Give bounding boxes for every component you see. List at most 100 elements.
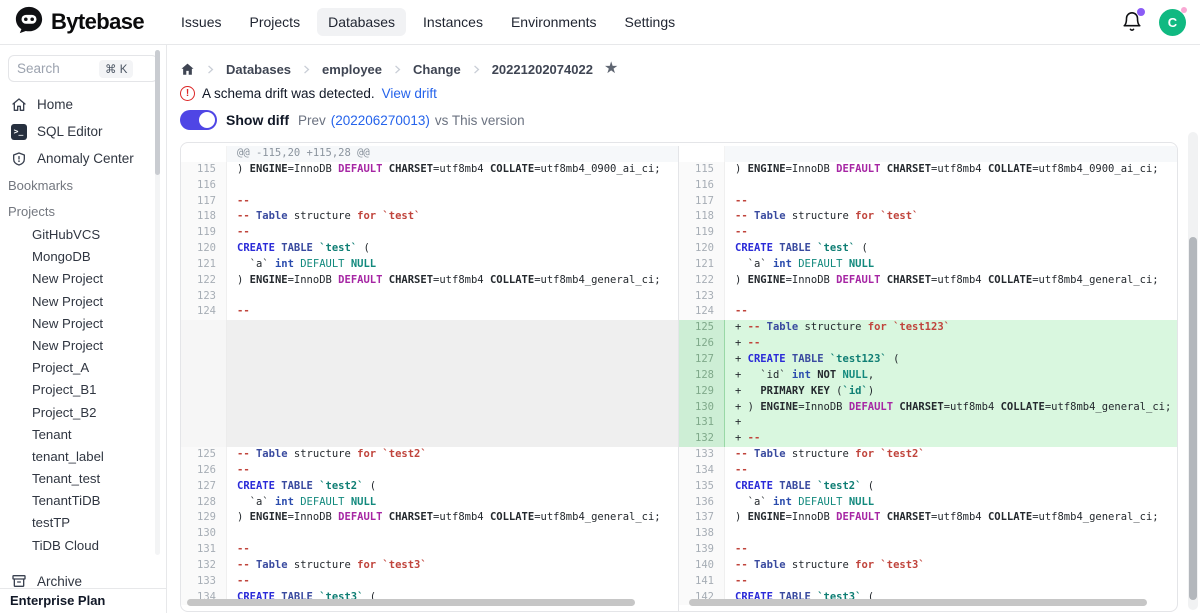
diff-row: 118-- Table structure for `test`	[679, 209, 1177, 225]
search-box[interactable]: ⌘ K	[8, 55, 158, 82]
diff-row: 115) ENGINE=InnoDB DEFAULT CHARSET=utf8m…	[679, 162, 1177, 178]
sidebar-scrollbar-thumb[interactable]	[155, 50, 160, 175]
diff-line-number: 128	[679, 368, 725, 384]
sidebar-section-bookmarks[interactable]: Bookmarks	[8, 174, 158, 198]
nav-item-databases[interactable]: Databases	[317, 8, 406, 36]
diff-code-line	[725, 526, 1177, 542]
diff-row: 136 `a` int DEFAULT NULL	[679, 495, 1177, 511]
diff-line-number: 121	[679, 257, 725, 273]
diff-code-line: --	[227, 574, 678, 590]
nav-item-instances[interactable]: Instances	[412, 8, 494, 36]
project-item[interactable]: Tenant_test	[32, 468, 158, 490]
diff-line-number: 126	[181, 463, 227, 479]
project-item[interactable]: MongoDB	[32, 246, 158, 268]
diff-code-line: -- Table structure for `test2`	[227, 447, 678, 463]
project-item[interactable]: New Project	[32, 268, 158, 290]
breadcrumb-separator	[300, 63, 313, 76]
show-diff-toggle[interactable]	[180, 110, 217, 130]
diff-code-line: + PRIMARY KEY (`id`)	[725, 384, 1177, 400]
avatar-status-dot	[1181, 7, 1187, 13]
diff-line-number	[181, 146, 227, 162]
diff-code-line: `a` int DEFAULT NULL	[725, 257, 1177, 273]
project-item[interactable]: TiDB Cloud	[32, 535, 158, 557]
home-icon	[10, 96, 27, 113]
breadcrumb-version[interactable]: 20221202074022	[492, 62, 593, 77]
project-item[interactable]: New Project	[32, 335, 158, 357]
diff-line-number: 132	[181, 558, 227, 574]
project-item[interactable]: testTP	[32, 512, 158, 534]
project-item[interactable]: TenantTiDB	[32, 490, 158, 512]
diff-code-line: ) ENGINE=InnoDB DEFAULT CHARSET=utf8mb4 …	[227, 510, 678, 526]
diff-line-number: 125	[181, 447, 227, 463]
diff-code-line	[227, 368, 678, 384]
diff-line-number: 122	[181, 273, 227, 289]
diff-code-line	[227, 320, 678, 336]
star-icon[interactable]: ★	[604, 61, 618, 77]
breadcrumb-home-icon[interactable]	[180, 62, 195, 77]
bytebase-logo[interactable]: Bytebase	[14, 5, 144, 40]
project-item[interactable]: tenant_label	[32, 446, 158, 468]
diff-row	[181, 320, 678, 336]
project-item[interactable]: Project_A	[32, 357, 158, 379]
diff-line-number	[181, 336, 227, 352]
breadcrumb-employee[interactable]: employee	[322, 62, 382, 77]
nav-item-environments[interactable]: Environments	[500, 8, 608, 36]
sidebar-item-anomaly-center[interactable]: Anomaly Center	[8, 145, 158, 172]
diff-line-number: 135	[679, 479, 725, 495]
prev-version-link[interactable]: (202206270013)	[331, 113, 430, 128]
sidebar-item-label: Archive	[37, 574, 82, 589]
diff-row: 122) ENGINE=InnoDB DEFAULT CHARSET=utf8m…	[181, 273, 678, 289]
diff-row: 128+ `id` int NOT NULL,	[679, 368, 1177, 384]
diff-code-line	[725, 178, 1177, 194]
diff-row: 125-- Table structure for `test2`	[181, 447, 678, 463]
diff-added-sign: +	[735, 416, 748, 428]
sidebar-section-projects[interactable]: Projects	[8, 200, 158, 224]
nav-item-projects[interactable]: Projects	[239, 8, 312, 36]
project-item[interactable]: Tenant	[32, 424, 158, 446]
diff-code-line: `a` int DEFAULT NULL	[725, 495, 1177, 511]
nav-item-settings[interactable]: Settings	[614, 8, 687, 36]
nav-item-issues[interactable]: Issues	[170, 8, 232, 36]
diff-code-line: --	[227, 194, 678, 210]
diff-row: 129) ENGINE=InnoDB DEFAULT CHARSET=utf8m…	[181, 510, 678, 526]
notifications-button[interactable]	[1121, 11, 1143, 33]
diff-line-number: 119	[181, 225, 227, 241]
project-item[interactable]: New Project	[32, 291, 158, 313]
diff-row: 116	[679, 178, 1177, 194]
project-item[interactable]: Project_B2	[32, 402, 158, 424]
diff-code-line: CREATE TABLE `test` (	[227, 241, 678, 257]
diff-code-line: + --	[725, 336, 1177, 352]
project-item[interactable]: GitHubVCS	[32, 224, 158, 246]
diff-added-sign: +	[735, 337, 748, 349]
diff-row: 139--	[679, 542, 1177, 558]
sidebar-scrollbar[interactable]	[155, 50, 160, 555]
breadcrumb-databases[interactable]: Databases	[226, 62, 291, 77]
diff-right-horizontal-scrollbar[interactable]	[689, 599, 1147, 606]
page-vertical-scrollbar[interactable]	[1188, 132, 1198, 610]
diff-row: 127CREATE TABLE `test2` (	[181, 479, 678, 495]
project-item[interactable]: New Project	[32, 313, 158, 335]
diff-left-horizontal-scrollbar[interactable]	[187, 599, 635, 606]
show-diff-label: Show diff	[226, 112, 289, 128]
sidebar-item-home[interactable]: Home	[8, 91, 158, 118]
diff-code-line	[227, 384, 678, 400]
drift-message: A schema drift was detected.	[202, 86, 375, 101]
diff-code-line: -- Table structure for `test`	[725, 209, 1177, 225]
terminal-icon: >_	[10, 123, 27, 140]
diff-line-number: 139	[679, 542, 725, 558]
sidebar-item-sql-editor[interactable]: >_ SQL Editor	[8, 118, 158, 145]
diff-line-number: 131	[679, 415, 725, 431]
diff-line-number: 130	[181, 526, 227, 542]
diff-line-number: 118	[181, 209, 227, 225]
diff-line-number: 127	[679, 352, 725, 368]
diff-code-line: + CREATE TABLE `test123` (	[725, 352, 1177, 368]
view-drift-link[interactable]: View drift	[382, 86, 437, 101]
search-input[interactable]	[17, 61, 99, 76]
diff-row: 133--	[181, 574, 678, 590]
breadcrumb-change[interactable]: Change	[413, 62, 461, 77]
diff-code-line: ) ENGINE=InnoDB DEFAULT CHARSET=utf8mb4 …	[725, 162, 1177, 178]
avatar[interactable]: C	[1159, 9, 1186, 36]
page-vertical-scrollbar-thumb[interactable]	[1189, 237, 1197, 600]
project-item[interactable]: Project_B1	[32, 379, 158, 401]
plan-badge: Enterprise Plan	[0, 588, 166, 613]
